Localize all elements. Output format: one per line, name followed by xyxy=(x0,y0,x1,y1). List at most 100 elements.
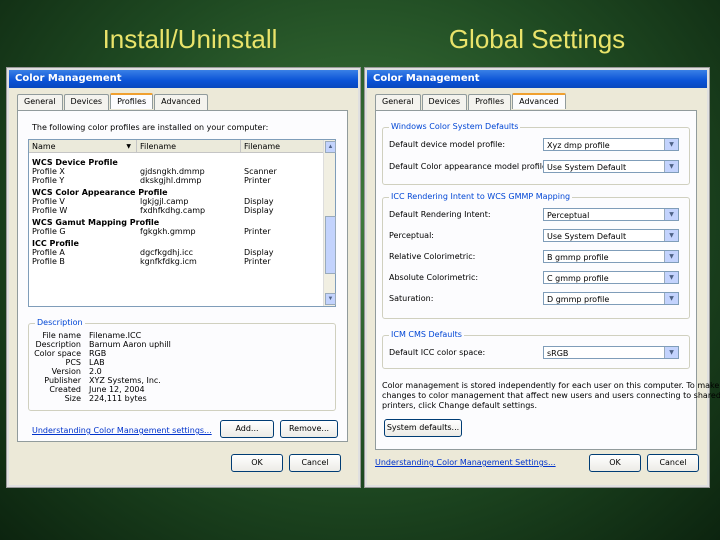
description-field-value: RGB xyxy=(89,349,107,358)
system-defaults-button[interactable]: System defaults... xyxy=(384,419,462,437)
left-dialog: Color Management General Devices Profile… xyxy=(7,68,360,487)
description-field-value: Barnum Aaron uphill xyxy=(89,340,171,349)
cms-defaults-label: ICM CMS Defaults xyxy=(389,330,464,339)
remove-button[interactable]: Remove... xyxy=(280,420,338,438)
tab-general[interactable]: General xyxy=(375,94,421,110)
chevron-down-icon[interactable]: ▼ xyxy=(664,272,678,283)
profile-type[interactable]: Display xyxy=(244,197,274,206)
profile-name[interactable]: Profile A xyxy=(32,248,65,257)
column-header-type[interactable]: Filename xyxy=(241,140,324,153)
chevron-down-icon[interactable]: ▼ xyxy=(664,230,678,241)
setting-dropdown[interactable]: B gmmp profile ▼ xyxy=(543,250,679,263)
chevron-down-icon[interactable]: ▼ xyxy=(664,293,678,304)
icc-mapping-group: ICC Rendering Intent to WCS GMMP Mapping… xyxy=(382,192,690,319)
left-tabs: General Devices Profiles Advanced xyxy=(17,93,209,110)
tab-devices[interactable]: Devices xyxy=(421,94,468,110)
profile-list-scrollbar[interactable]: ▲ ▼ xyxy=(323,140,336,306)
description-field-value: LAB xyxy=(89,358,105,367)
chevron-down-icon[interactable]: ▼ xyxy=(664,251,678,262)
scroll-thumb[interactable] xyxy=(325,216,336,274)
profile-name[interactable]: Profile Y xyxy=(32,176,64,185)
profile-name[interactable]: Profile B xyxy=(32,257,65,266)
profile-filename[interactable]: fgkgkh.gmmp xyxy=(140,227,196,236)
profile-type[interactable]: Printer xyxy=(244,227,271,236)
setting-label: Relative Colorimetric: xyxy=(389,252,476,261)
profile-type[interactable]: Printer xyxy=(244,257,271,266)
setting-dropdown[interactable]: C gmmp profile ▼ xyxy=(543,271,679,284)
profile-type[interactable]: Scanner xyxy=(244,167,277,176)
description-field-value: June 12, 2004 xyxy=(89,385,145,394)
group-heading: ICC Profile xyxy=(32,239,79,248)
slide-title-right: Global Settings xyxy=(448,24,626,54)
cancel-button-left[interactable]: Cancel xyxy=(289,454,341,472)
understanding-link-right[interactable]: Understanding Color Management Settings.… xyxy=(375,458,556,467)
tab-advanced[interactable]: Advanced xyxy=(154,94,208,110)
profile-name[interactable]: Profile G xyxy=(32,227,66,236)
setting-value: Xyz dmp profile xyxy=(547,141,610,150)
profile-type[interactable]: Display xyxy=(244,248,274,257)
column-header-filename[interactable]: Filename xyxy=(137,140,241,153)
chevron-down-icon[interactable]: ▼ xyxy=(664,161,678,172)
setting-dropdown[interactable]: D gmmp profile ▼ xyxy=(543,292,679,305)
tab-general[interactable]: General xyxy=(17,94,63,110)
setting-label: Default device model profile: xyxy=(389,140,506,149)
right-tabs: General Devices Profiles Advanced xyxy=(375,93,567,110)
ok-button-right[interactable]: OK xyxy=(589,454,641,472)
tab-advanced[interactable]: Advanced xyxy=(512,93,566,109)
profile-filename[interactable]: fxdhfkdhg.camp xyxy=(140,206,205,215)
description-field-label: File name xyxy=(42,331,81,340)
profile-name[interactable]: Profile V xyxy=(32,197,65,206)
group-heading: WCS Color Appearance Profile xyxy=(32,188,168,197)
profiles-panel: The following color profiles are install… xyxy=(17,110,348,442)
setting-value: Use System Default xyxy=(547,232,627,241)
setting-label: Absolute Colorimetric: xyxy=(389,273,479,282)
profile-filename[interactable]: dkskgjhl.dmmp xyxy=(140,176,201,185)
description-field-label: PCS xyxy=(65,358,82,367)
setting-dropdown[interactable]: Use System Default ▼ xyxy=(543,229,679,242)
note-line-3: printers, click Change default settings. xyxy=(382,401,537,410)
setting-label: Default ICC color space: xyxy=(389,348,486,357)
setting-dropdown[interactable]: Perceptual ▼ xyxy=(543,208,679,221)
cancel-button-right[interactable]: Cancel xyxy=(647,454,699,472)
description-field-label: Publisher xyxy=(44,376,81,385)
add-button[interactable]: Add... xyxy=(220,420,274,438)
setting-value: B gmmp profile xyxy=(547,253,609,262)
tab-devices[interactable]: Devices xyxy=(63,94,110,110)
setting-dropdown[interactable]: Use System Default ▼ xyxy=(543,160,679,173)
setting-dropdown[interactable]: Xyz dmp profile ▼ xyxy=(543,138,679,151)
note-line-1: Color management is stored independently… xyxy=(382,381,720,390)
setting-label: Saturation: xyxy=(389,294,434,303)
column-header-name[interactable]: Name ▼ xyxy=(29,140,137,153)
description-field-value: 2.0 xyxy=(89,367,102,376)
chevron-down-icon[interactable]: ▼ xyxy=(664,139,678,150)
cms-defaults-group: ICM CMS Defaults Default ICC color space… xyxy=(382,330,690,369)
chevron-down-icon[interactable]: ▼ xyxy=(664,209,678,220)
setting-label: Default Rendering Intent: xyxy=(389,210,491,219)
profile-name[interactable]: Profile X xyxy=(32,167,65,176)
profile-name[interactable]: Profile W xyxy=(32,206,67,215)
profile-filename[interactable]: kgnfkfdkg.icm xyxy=(140,257,197,266)
setting-value: Perceptual xyxy=(547,211,590,220)
scroll-down-icon[interactable]: ▼ xyxy=(325,293,336,305)
profile-filename[interactable]: lgkjgjl.camp xyxy=(140,197,188,206)
setting-value: C gmmp profile xyxy=(547,274,609,283)
description-field-value: XYZ Systems, Inc. xyxy=(89,376,161,385)
tab-profiles[interactable]: Profiles xyxy=(110,93,154,109)
chevron-down-icon[interactable]: ▼ xyxy=(664,347,678,358)
tab-profiles[interactable]: Profiles xyxy=(468,94,512,110)
understanding-link-left[interactable]: Understanding Color Management settings.… xyxy=(32,426,212,435)
profile-filename[interactable]: gjdsngkh.dmmp xyxy=(140,167,205,176)
profile-type[interactable]: Display xyxy=(244,206,274,215)
setting-label: Default Color appearance model profile: xyxy=(389,162,550,171)
profile-list[interactable]: Name ▼ Filename Filename WCS Device Profi… xyxy=(28,139,336,307)
scroll-up-icon[interactable]: ▲ xyxy=(325,141,336,153)
note-line-2: changes to color management that affect … xyxy=(382,391,720,400)
profile-filename[interactable]: dgcfkgdhj.icc xyxy=(140,248,193,257)
setting-dropdown[interactable]: sRGB ▼ xyxy=(543,346,679,359)
setting-value: sRGB xyxy=(547,349,569,358)
ok-button-left[interactable]: OK xyxy=(231,454,283,472)
icc-mapping-label: ICC Rendering Intent to WCS GMMP Mapping xyxy=(389,192,573,201)
setting-value: D gmmp profile xyxy=(547,295,610,304)
wcs-defaults-label: Windows Color System Defaults xyxy=(389,122,521,131)
profile-type[interactable]: Printer xyxy=(244,176,271,185)
